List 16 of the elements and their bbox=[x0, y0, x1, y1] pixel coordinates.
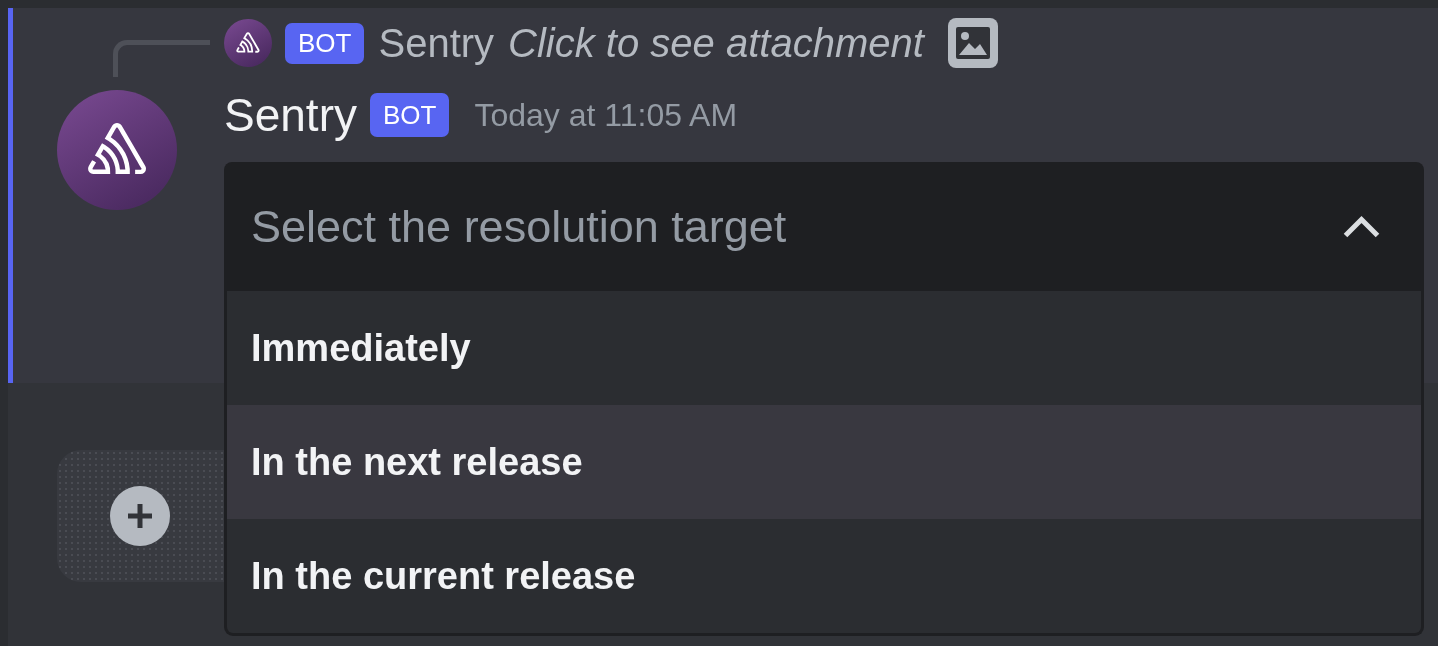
reply-preview-link[interactable]: Click to see attachment bbox=[508, 20, 924, 66]
bot-tag: BOT bbox=[285, 22, 365, 64]
add-button[interactable] bbox=[110, 486, 170, 546]
reply-author-name[interactable]: Sentry bbox=[378, 20, 495, 66]
image-icon bbox=[947, 18, 998, 68]
dropdown-option[interactable]: Immediately bbox=[227, 291, 1421, 405]
message-timestamp: Today at 11:05 AM bbox=[474, 96, 738, 134]
author-name[interactable]: Sentry bbox=[224, 88, 357, 142]
plus-icon bbox=[127, 503, 153, 529]
select-menu[interactable]: Select the resolution target bbox=[224, 162, 1424, 291]
dropdown-option[interactable]: In the next release bbox=[227, 405, 1421, 519]
bot-tag: BOT bbox=[369, 93, 450, 137]
avatar-icon[interactable] bbox=[224, 19, 272, 67]
dropdown-option[interactable]: In the current release bbox=[227, 519, 1421, 633]
chevron-up-icon bbox=[1343, 215, 1380, 238]
avatar-icon[interactable] bbox=[57, 90, 177, 210]
